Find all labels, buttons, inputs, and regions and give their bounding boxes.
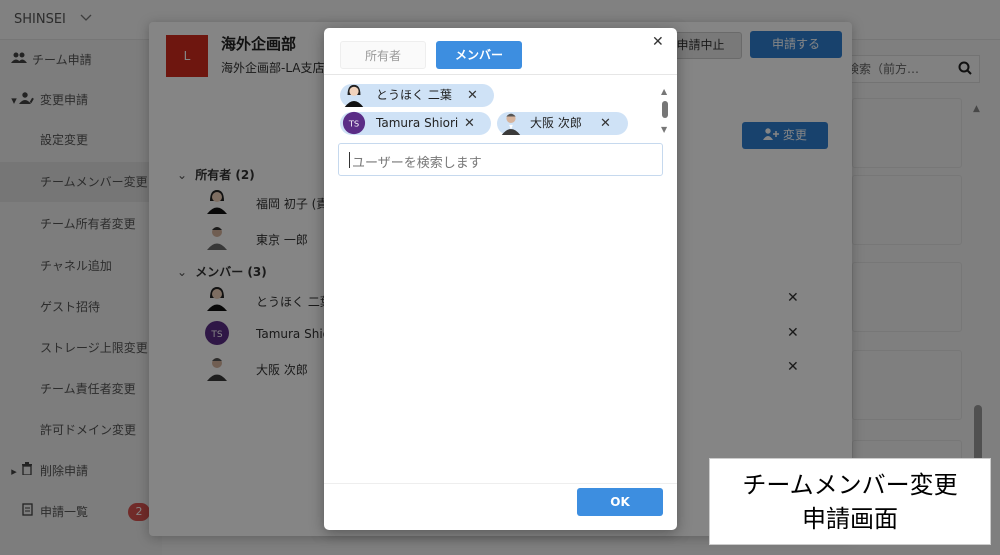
avatar bbox=[499, 111, 523, 135]
tab-owners[interactable]: 所有者 bbox=[340, 41, 426, 69]
remove-chip-button[interactable]: ✕ bbox=[464, 112, 475, 135]
ok-button[interactable]: OK bbox=[577, 488, 663, 516]
close-icon[interactable]: ✕ bbox=[652, 34, 664, 50]
tab-bar: 所有者 メンバー bbox=[340, 41, 522, 69]
member-chip: 大阪 次郎 ✕ bbox=[497, 112, 628, 135]
member-chip: TS Tamura Shiori ✕ bbox=[340, 111, 491, 135]
avatar: TS bbox=[342, 111, 366, 135]
divider bbox=[324, 74, 677, 75]
caption-box: チームメンバー変更 申請画面 bbox=[709, 458, 991, 545]
text-caret bbox=[349, 152, 350, 168]
scroll-up-arrow[interactable]: ▲ bbox=[661, 87, 667, 96]
chip-label: とうほく 二葉 bbox=[376, 88, 452, 102]
avatar bbox=[342, 83, 366, 107]
scroll-down-arrow[interactable]: ▼ bbox=[661, 125, 667, 134]
chip-label: 大阪 次郎 bbox=[530, 116, 582, 130]
scrollbar-thumb[interactable] bbox=[662, 101, 668, 118]
user-search-input[interactable]: ユーザーを検索します bbox=[338, 143, 663, 176]
caption-line-1: チームメンバー変更 bbox=[742, 471, 958, 499]
tab-members[interactable]: メンバー bbox=[436, 41, 522, 69]
member-chip: とうほく 二葉 ✕ bbox=[340, 84, 494, 107]
caption-line-2: 申請画面 bbox=[802, 505, 898, 533]
member-edit-dialog: 所有者 メンバー ✕ とうほく 二葉 ✕ TS Tamura Shiori ✕ … bbox=[324, 28, 677, 530]
remove-chip-button[interactable]: ✕ bbox=[467, 84, 478, 107]
chip-label: Tamura Shiori bbox=[376, 116, 459, 130]
svg-text:TS: TS bbox=[348, 119, 359, 129]
remove-chip-button[interactable]: ✕ bbox=[600, 112, 611, 135]
divider bbox=[324, 483, 677, 484]
search-placeholder: ユーザーを検索します bbox=[352, 156, 482, 171]
